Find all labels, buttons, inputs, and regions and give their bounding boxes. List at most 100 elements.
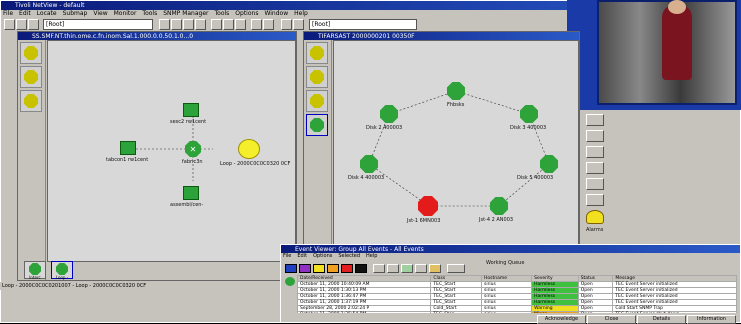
menu-item-3[interactable]: Submap xyxy=(63,10,88,17)
filter-yellow-icon[interactable] xyxy=(313,264,325,273)
tool-icon-5[interactable] xyxy=(586,178,604,190)
menu-item-2[interactable]: Locate xyxy=(37,10,57,17)
home-icon[interactable] xyxy=(183,19,194,30)
print-icon[interactable] xyxy=(28,19,39,30)
bulb-icon[interactable] xyxy=(293,19,304,30)
node-fhbsks[interactable] xyxy=(447,82,465,100)
menu-item-11[interactable]: Help xyxy=(294,10,308,17)
right-root-palette-item[interactable] xyxy=(306,42,328,64)
left-connections xyxy=(128,116,213,181)
filter-red-icon[interactable] xyxy=(341,264,353,273)
sleep-palette-item[interactable] xyxy=(20,66,42,88)
filter-orange-icon[interactable] xyxy=(327,264,339,273)
node-label-jst-4: Jst-4 2 AN003 xyxy=(479,217,514,223)
event-menu-item-2[interactable]: Options xyxy=(313,253,332,259)
event-viewer-menu: File Edit Options Selected Help xyxy=(283,253,483,260)
tool-icon-6[interactable] xyxy=(586,194,604,206)
node-disk-2[interactable] xyxy=(380,105,398,123)
left-palette xyxy=(18,40,46,280)
palette-item-10002[interactable] xyxy=(20,90,42,112)
node-disk-4[interactable] xyxy=(360,155,378,173)
edit-icon[interactable] xyxy=(415,264,427,273)
tool-icon-3[interactable] xyxy=(586,146,604,158)
loop-node[interactable] xyxy=(238,139,260,159)
right-ring-connections xyxy=(368,90,550,207)
right-palette-item-10002[interactable] xyxy=(306,90,328,112)
menu-item-4[interactable]: View xyxy=(93,10,107,17)
menu-item-10[interactable]: Window xyxy=(264,10,288,17)
tools-config-icon[interactable] xyxy=(447,264,465,273)
event-menu-item-4[interactable]: Help xyxy=(366,253,377,259)
properties-icon[interactable] xyxy=(235,19,246,30)
up-icon[interactable] xyxy=(195,19,206,30)
node-label-disk-3: Disk 3 400003 xyxy=(510,125,547,131)
menu-item-6[interactable]: Tools xyxy=(142,10,157,17)
workstation-node-left[interactable] xyxy=(120,141,136,155)
menu-item-5[interactable]: Monitor xyxy=(114,10,137,17)
menu-item-7[interactable]: SNMP Manager xyxy=(163,10,208,17)
cell-severity: Minor xyxy=(531,311,579,313)
left-bottom-icon-bar: Interc Loop - xyxy=(18,260,78,280)
refresh-icon[interactable] xyxy=(223,19,234,30)
node-disk-3[interactable] xyxy=(520,105,538,123)
right-palette-item-fabric[interactable] xyxy=(306,114,328,136)
node-label-disk-4: Disk 4 400003 xyxy=(348,175,385,181)
zoom-in-icon[interactable] xyxy=(159,19,170,30)
menu-item-9[interactable]: Options xyxy=(235,10,258,17)
open-icon[interactable] xyxy=(4,19,15,30)
menu-item-0[interactable]: File xyxy=(3,10,13,17)
filter-black-icon[interactable] xyxy=(355,264,367,273)
alarms-icon[interactable] xyxy=(586,210,604,224)
workstation-node-bottom[interactable] xyxy=(183,186,199,200)
filter-blue-icon[interactable] xyxy=(285,264,297,273)
event-menu-item-0[interactable]: File xyxy=(283,253,291,259)
node-jst-1-critical[interactable] xyxy=(418,196,438,216)
view-icon[interactable] xyxy=(387,264,399,273)
menu-item-1[interactable]: Edit xyxy=(19,10,31,17)
main-menu-bar: File Edit Locate Submap View Monitor Tools SNMP… xyxy=(3,10,563,18)
tool-icon-1[interactable] xyxy=(586,114,604,126)
event-menu-item-3[interactable]: Selected xyxy=(338,253,360,259)
tool-icon-2[interactable] xyxy=(586,130,604,142)
location-field[interactable]: [Root] xyxy=(43,19,153,30)
interconnect-label: Interc xyxy=(29,275,41,280)
event-menu-item-1[interactable]: Edit xyxy=(297,253,307,259)
zoom-icon[interactable] xyxy=(263,19,274,30)
node-label-left: tabcon1 rw1cent xyxy=(106,157,149,163)
find-icon[interactable] xyxy=(211,19,222,30)
event-group-icon xyxy=(285,277,295,286)
map-field[interactable]: [Root] xyxy=(309,19,417,30)
node-disk-5[interactable] xyxy=(540,155,558,173)
table-row[interactable]: October 11, 2000 1:35:54 PMTEC_Stopsiriu… xyxy=(297,311,737,313)
loop-icon[interactable]: Loop - xyxy=(51,261,73,280)
node-jst-4[interactable] xyxy=(490,197,508,215)
left-submap-canvas: sesc2 rw1cent tabcon1 rw1cent ✕ fabric3n… xyxy=(47,40,296,262)
right-submap-window: TIFARSAST 2000000201 00350F Fhbsks Disk … xyxy=(303,31,580,246)
workstation-node-top[interactable] xyxy=(183,103,199,117)
interconnect-icon[interactable]: Interc xyxy=(24,261,46,280)
search-icon[interactable] xyxy=(251,19,262,30)
folder-icon[interactable] xyxy=(429,264,441,273)
event-table-container: Date/Received Class Hostname Severity Status… xyxy=(297,275,737,313)
node-label-fhbsks: Fhbsks xyxy=(447,102,465,108)
filter-purple-icon[interactable] xyxy=(299,264,311,273)
save-icon[interactable] xyxy=(16,19,27,30)
cell-message: TEC Event Server shut down xyxy=(612,311,737,313)
zoom-out-icon[interactable] xyxy=(171,19,182,30)
loop-label: Loop - xyxy=(55,275,69,280)
tool-icon-4[interactable] xyxy=(586,162,604,174)
left-submap-title: SS.SMF.NT.thin.ome.c.fn.inom.Sal.1.000.0… xyxy=(18,32,296,40)
left-submap-window: SS.SMF.NT.thin.ome.c.fn.inom.Sal.1.000.0… xyxy=(17,31,297,281)
menu-item-8[interactable]: Tools xyxy=(215,10,230,17)
right-tool-strip: Alarms xyxy=(583,110,608,245)
sort-icon[interactable] xyxy=(373,264,385,273)
right-palette xyxy=(304,40,332,245)
root-palette-item[interactable] xyxy=(20,42,42,64)
node-label-top: sesc2 rw1cent xyxy=(170,119,207,125)
right-sleep-palette-item[interactable] xyxy=(306,66,328,88)
tools-icon[interactable] xyxy=(281,19,292,30)
cell-date: October 11, 2000 1:35:54 PM xyxy=(297,311,432,313)
check-icon[interactable] xyxy=(401,264,413,273)
cell-class: TEC_Stop xyxy=(430,311,482,313)
right-submap-title: TIFARSAST 2000000201 00350F xyxy=(304,32,579,40)
